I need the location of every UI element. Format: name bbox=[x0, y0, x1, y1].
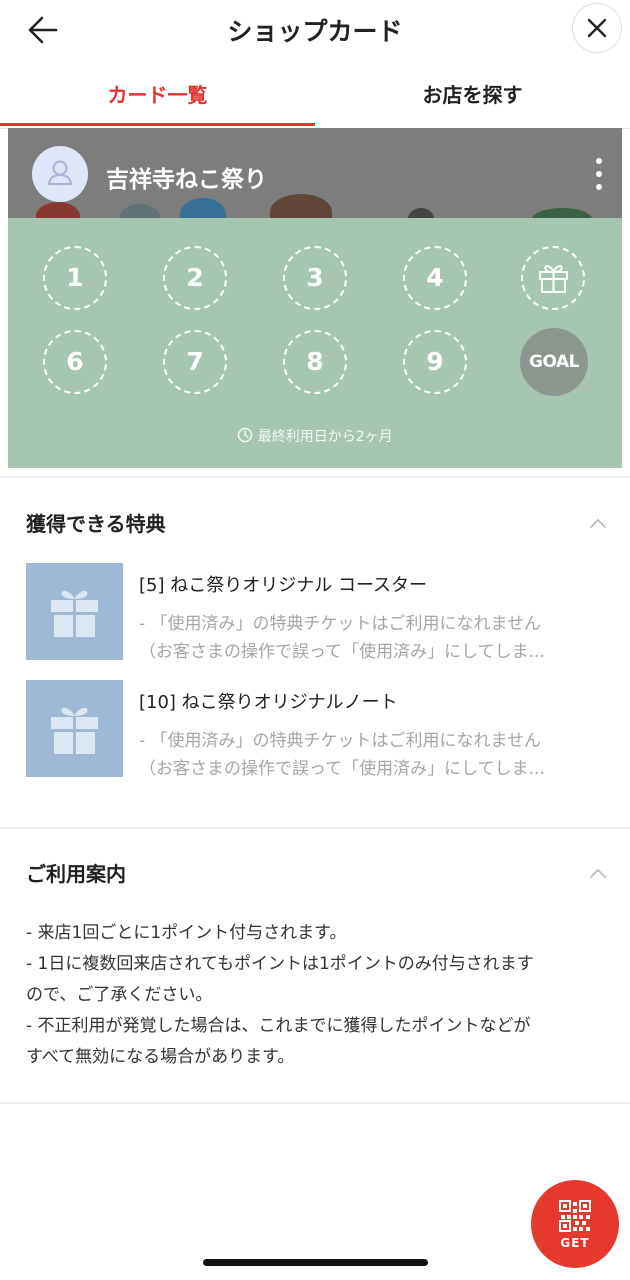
reward-thumbnail bbox=[26, 563, 123, 660]
chevron-up-icon bbox=[590, 869, 606, 878]
more-icon-dot bbox=[596, 184, 602, 190]
card-header: 吉祥寺ねこ祭り bbox=[8, 128, 622, 218]
card-background-decoration bbox=[270, 194, 332, 218]
stamp-slot-9: 9 bbox=[403, 330, 467, 394]
section-divider bbox=[0, 476, 630, 478]
stamp-slot-1: 1 bbox=[43, 246, 107, 310]
guide-collapse-button[interactable] bbox=[588, 864, 608, 878]
card-background-decoration bbox=[180, 198, 226, 218]
stamp-goal: GOAL bbox=[520, 328, 588, 396]
card-background-decoration bbox=[532, 208, 592, 218]
card-background-decoration bbox=[120, 204, 160, 218]
guide-text-line: - 1日に複数回来店されてもポイントは1ポイントのみ付与されます bbox=[26, 954, 534, 974]
close-icon bbox=[587, 18, 607, 38]
reward-title: [10] ねこ祭りオリジナルノート bbox=[139, 692, 398, 713]
reward-thumbnail bbox=[26, 680, 123, 777]
guide-text-line: - 不正利用が発覚した場合は、これまでに獲得したポイントなどが bbox=[26, 1016, 531, 1036]
qr-code-icon bbox=[559, 1200, 591, 1232]
stamp-slot-7: 7 bbox=[163, 330, 227, 394]
stamp-slot-4: 4 bbox=[403, 246, 467, 310]
shop-name: 吉祥寺ねこ祭り bbox=[106, 167, 267, 193]
reward-description: - 「使用済み」の特典チケットはご利用になれません bbox=[139, 731, 542, 751]
reward-description: （お客さまの操作で誤って「使用済み」にしてしま... bbox=[139, 759, 545, 779]
section-divider bbox=[0, 1102, 630, 1104]
guide-text-line: ので、ご了承ください。 bbox=[26, 985, 213, 1005]
tab-bar: カード一覧 お店を探す bbox=[0, 68, 630, 129]
shop-card[interactable]: 吉祥寺ねこ祭り 1 2 3 4 6 7 8 9 GOAL 最終利用日から2ヶ月 bbox=[8, 128, 622, 468]
card-background-decoration bbox=[408, 208, 434, 218]
close-button[interactable] bbox=[572, 3, 622, 53]
rewards-section-title: 獲得できる特典 bbox=[26, 512, 166, 536]
home-indicator bbox=[203, 1259, 428, 1266]
reward-item[interactable]: [5] ねこ祭りオリジナル コースター - 「使用済み」の特典チケットはご利用に… bbox=[26, 563, 616, 663]
card-background-decoration bbox=[36, 202, 80, 218]
gift-icon bbox=[538, 265, 568, 293]
reward-title: [5] ねこ祭りオリジナル コースター bbox=[139, 575, 428, 596]
rewards-collapse-button[interactable] bbox=[588, 514, 608, 528]
more-icon bbox=[596, 158, 602, 164]
clock-icon bbox=[238, 427, 253, 443]
more-options-button[interactable] bbox=[588, 156, 610, 192]
stamp-slot-6: 6 bbox=[43, 330, 107, 394]
tab-find-shops[interactable]: お店を探す bbox=[315, 68, 630, 126]
get-button[interactable]: GET bbox=[531, 1180, 619, 1268]
stamp-slot-reward bbox=[521, 246, 585, 310]
section-divider bbox=[0, 827, 630, 829]
last-use-info: 最終利用日から2ヶ月 bbox=[8, 426, 622, 446]
guide-text-line: - 来店1回ごとに1ポイント付与されます。 bbox=[26, 923, 347, 943]
stamp-slot-8: 8 bbox=[283, 330, 347, 394]
chevron-up-icon bbox=[590, 519, 606, 528]
reward-description: - 「使用済み」の特典チケットはご利用になれません bbox=[139, 614, 542, 634]
tab-card-list[interactable]: カード一覧 bbox=[0, 68, 315, 126]
reward-description: （お客さまの操作で誤って「使用済み」にしてしま... bbox=[139, 642, 545, 662]
reward-item[interactable]: [10] ねこ祭りオリジナルノート - 「使用済み」の特典チケットはご利用になれ… bbox=[26, 680, 616, 780]
guide-section-title: ご利用案内 bbox=[26, 862, 126, 886]
shop-avatar bbox=[32, 146, 88, 202]
page-title: ショップカード bbox=[227, 17, 403, 46]
stamp-slot-3: 3 bbox=[283, 246, 347, 310]
gift-icon bbox=[51, 707, 98, 754]
get-button-label: GET bbox=[560, 1236, 590, 1250]
app-header: ショップカード bbox=[0, 0, 630, 58]
stamp-slot-2: 2 bbox=[163, 246, 227, 310]
gift-icon bbox=[51, 590, 98, 637]
guide-text-line: すべて無効になる場合があります。 bbox=[26, 1047, 295, 1067]
last-use-text: 最終利用日から2ヶ月 bbox=[257, 429, 393, 445]
more-icon-dot bbox=[596, 171, 602, 177]
person-icon bbox=[48, 160, 72, 185]
